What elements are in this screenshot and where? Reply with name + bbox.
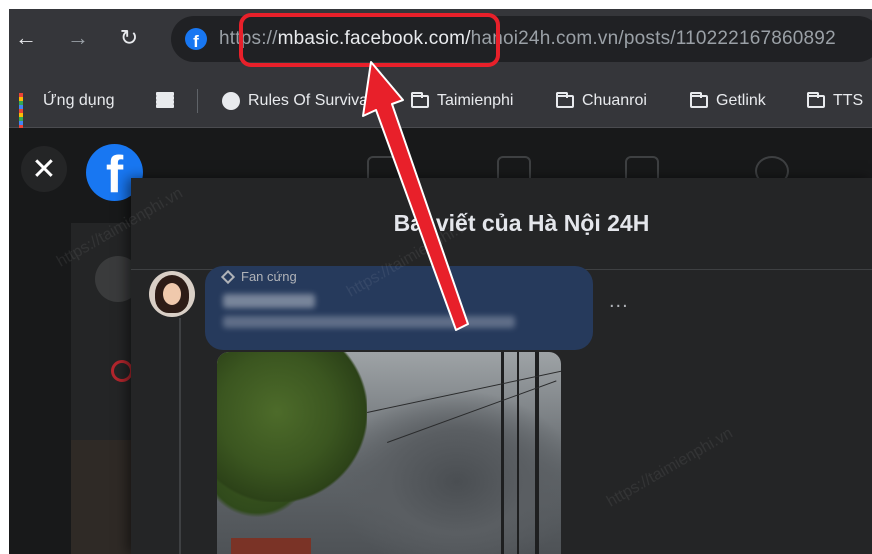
- bookmark-label: Getlink: [716, 92, 766, 109]
- fan-badge: Fan cứng: [220, 269, 297, 284]
- globe-icon: [222, 92, 240, 110]
- close-icon: ✕: [31, 152, 57, 186]
- forward-icon[interactable]: →: [63, 23, 93, 53]
- url-path: hanoi24h.com.vn/posts/110222167860892: [470, 28, 836, 49]
- folder-icon: [807, 91, 825, 108]
- facebook-page: ✕ f Bài viết của Hà Nội 24H Fan cứng ...: [9, 128, 872, 554]
- folder-icon: [411, 91, 429, 108]
- browser-window: ← → ↻ f https://mbasic.facebook.com/hano…: [9, 9, 872, 554]
- folder-icon: [556, 91, 574, 108]
- apps-grid-icon: [19, 93, 35, 129]
- bookmark-taimienphi[interactable]: Taimienphi: [411, 89, 513, 113]
- commenter-name-blurred[interactable]: [223, 294, 315, 308]
- bookmark-label: Rules Of Surviva: [248, 92, 369, 109]
- close-button[interactable]: ✕: [21, 146, 67, 192]
- comment-thread-line: [179, 318, 181, 554]
- bookmark-label: TTS: [833, 92, 864, 109]
- diamond-icon: [220, 269, 236, 284]
- comment-photo[interactable]: [217, 352, 561, 554]
- bookmark-rules-of-survival[interactable]: Rules Of Surviva: [222, 89, 368, 113]
- reading-list-icon: [156, 92, 174, 110]
- bookmark-label: Ứng dụng: [43, 92, 115, 109]
- commenter-avatar[interactable]: [149, 271, 195, 317]
- comment-text-blurred: [223, 316, 515, 328]
- bookmarks-bar: Ứng dụng Rules Of Surviva Taimienphi Chu…: [9, 75, 872, 129]
- back-icon[interactable]: ←: [11, 23, 41, 53]
- facebook-favicon-icon: f: [185, 28, 207, 50]
- bookmark-getlink[interactable]: Getlink: [690, 89, 766, 113]
- comment-bubble: Fan cứng: [205, 266, 593, 350]
- bookmark-tts[interactable]: TTS: [807, 89, 863, 113]
- modal-title: Bài viết của Hà Nội 24H: [131, 178, 872, 270]
- bookmark-chuanroi[interactable]: Chuanroi: [556, 89, 647, 113]
- browser-toolbar: ← → ↻ f https://mbasic.facebook.com/hano…: [9, 9, 872, 75]
- reload-icon[interactable]: ↻: [114, 23, 144, 53]
- bookmark-label: Taimienphi: [437, 92, 514, 109]
- url-highlight-annotation: [239, 13, 500, 67]
- bookmark-apps[interactable]: Ứng dụng: [19, 89, 115, 129]
- folder-icon: [690, 91, 708, 108]
- fan-badge-label: Fan cứng: [241, 269, 297, 284]
- post-modal: Bài viết của Hà Nội 24H Fan cứng ...: [131, 178, 872, 554]
- bookmark-reading-list[interactable]: [156, 89, 182, 113]
- bookmark-label: Chuanroi: [582, 92, 647, 109]
- more-options-button[interactable]: ...: [609, 290, 629, 313]
- bookmark-separator: [197, 89, 198, 113]
- live-icon: [111, 360, 133, 382]
